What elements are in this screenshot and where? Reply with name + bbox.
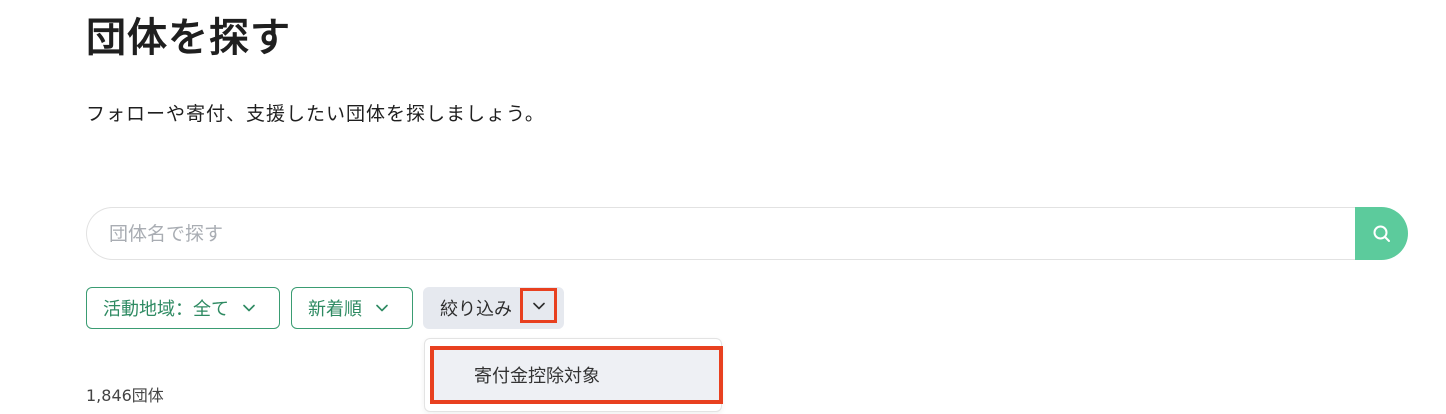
narrow-filter-toggle[interactable] [520, 288, 557, 323]
chevron-down-icon [243, 304, 255, 312]
search-input[interactable] [86, 207, 1355, 260]
region-filter-label: 活動地域：全て [103, 299, 229, 320]
chevron-down-icon [376, 304, 388, 312]
narrow-filter-label: 絞り込み [440, 299, 512, 320]
page-title: 団体を探す [86, 15, 291, 61]
result-count: 1,846団体 [86, 386, 164, 405]
menu-item-label: 寄付金控除対象 [474, 366, 600, 387]
search-button[interactable] [1355, 207, 1408, 260]
chevron-down-icon [532, 302, 545, 310]
sort-label: 新着順 [308, 299, 362, 320]
search-bar [86, 207, 1408, 260]
menu-item-tax-deductible[interactable]: 寄付金控除対象 [430, 346, 723, 404]
region-filter-dropdown[interactable]: 活動地域：全て [86, 287, 280, 329]
page-description: フォローや寄付、支援したい団体を探しましょう。 [86, 103, 545, 125]
sort-dropdown[interactable]: 新着順 [291, 287, 413, 329]
search-icon [1372, 224, 1392, 244]
